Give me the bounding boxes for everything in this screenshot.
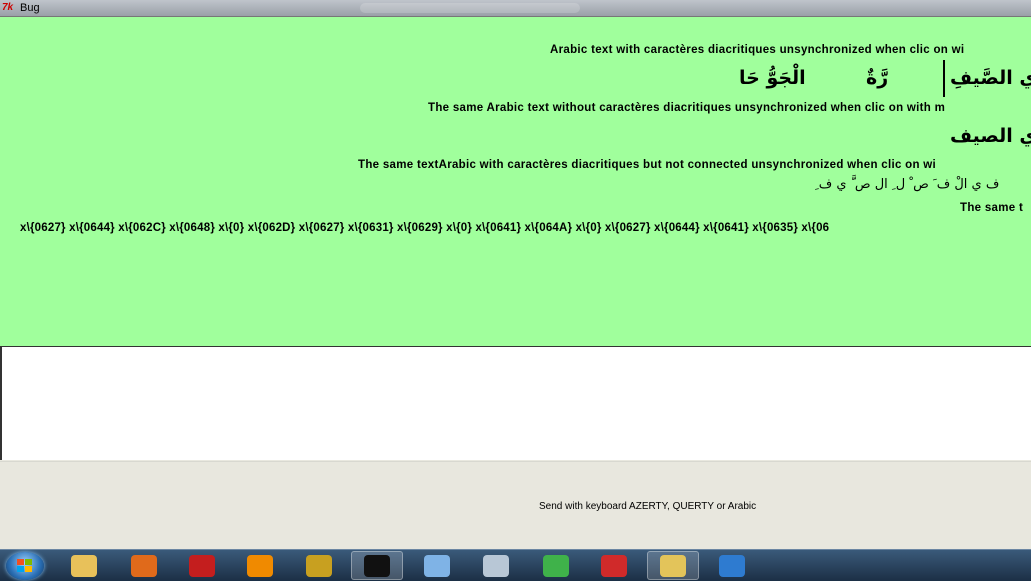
explorer-taskbar-button[interactable] (58, 551, 110, 580)
caption-no-diacritics: The same Arabic text without caractères … (428, 102, 946, 114)
arabic-text-plain[interactable]: ي الصيف (950, 125, 1031, 147)
windows-logo-icon (17, 559, 33, 573)
start-button[interactable] (6, 552, 44, 580)
unicode-codes-line: x\{0627} x\{0644} x\{062C} x\{0648} x\{0… (20, 222, 830, 234)
title-bar-glass (360, 3, 580, 13)
cmd-icon (364, 554, 390, 577)
dragon-icon (543, 554, 569, 577)
arabic-text-segment-a[interactable]: الْجَوُّ حَا (739, 67, 806, 89)
text-canvas[interactable]: Arabic text with caractères diacritiques… (0, 17, 1031, 346)
arabic-text-disconnected[interactable]: ف ي الْ ف َ ص ْ ل ِ ال ص َّ ي ف ِ (815, 177, 999, 192)
pen-taskbar-button[interactable] (588, 551, 640, 580)
audacity-taskbar-button[interactable] (234, 551, 286, 580)
network-folder-taskbar-button[interactable] (647, 551, 699, 580)
explorer-icon (71, 554, 97, 577)
notepad-icon (424, 554, 450, 577)
mail-icon (719, 554, 745, 577)
dragon-taskbar-button[interactable] (530, 551, 582, 580)
arabic-text-segment-c[interactable]: ي الصَّيفِ (950, 67, 1031, 89)
notepad-taskbar-button[interactable] (411, 551, 463, 580)
media-taskbar-button[interactable] (470, 551, 522, 580)
pen-icon (601, 554, 627, 577)
ultraedit-taskbar-button[interactable] (293, 551, 345, 580)
arabic-text-segment-b[interactable]: رَّةٌ (866, 67, 888, 89)
filezilla-taskbar-button[interactable] (176, 551, 228, 580)
keyboard-hint-label: Send with keyboard AZERTY, QUERTY or Ara… (539, 501, 757, 512)
title-bar: 7k Bug (0, 0, 1031, 17)
tk-app-icon: 7k (2, 2, 14, 13)
media-icon (483, 554, 509, 577)
caption-not-connected: The same textArabic with caractères diac… (358, 159, 937, 171)
ultraedit-icon (306, 554, 332, 577)
network-folder-icon (660, 554, 686, 577)
firefox-icon (131, 554, 157, 577)
taskbar (0, 549, 1031, 581)
status-panel: Send with keyboard AZERTY, QUERTY or Ara… (0, 461, 1031, 550)
cmd-taskbar-button[interactable] (351, 551, 403, 580)
firefox-taskbar-button[interactable] (118, 551, 170, 580)
caption-diacritics: Arabic text with caractères diacritiques… (550, 44, 965, 56)
audacity-icon (247, 554, 273, 577)
window-title: Bug (20, 2, 40, 14)
filezilla-icon (189, 554, 215, 577)
caption-same-text: The same t (960, 202, 1024, 214)
mail-taskbar-button[interactable] (706, 551, 758, 580)
message-entry[interactable] (0, 346, 1031, 460)
text-cursor (943, 60, 945, 97)
